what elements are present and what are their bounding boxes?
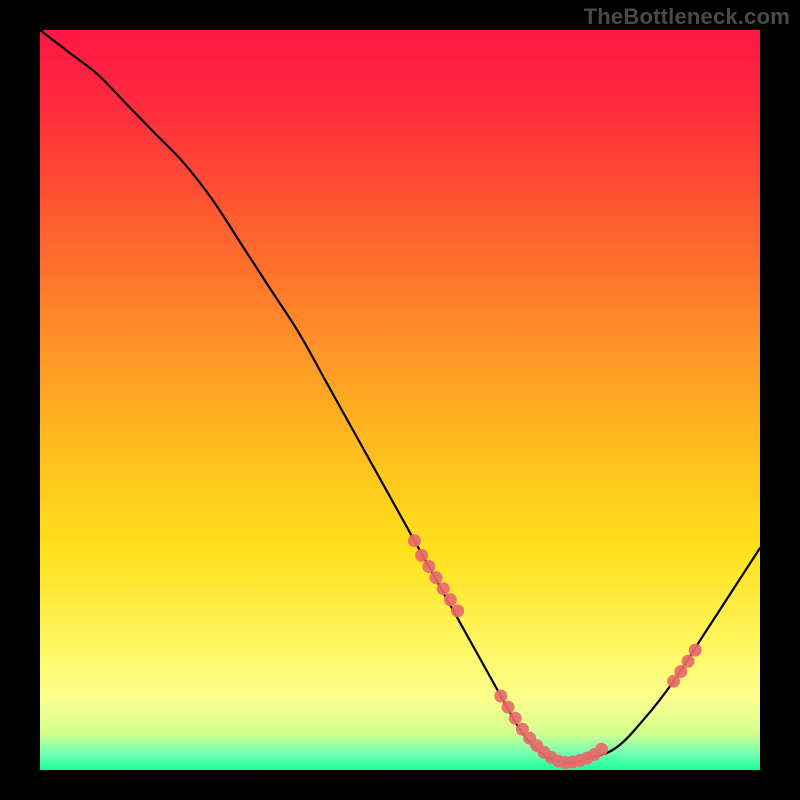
sample-point (595, 743, 608, 756)
sample-point (689, 644, 702, 657)
sample-point (444, 593, 457, 606)
sample-point (437, 582, 450, 595)
sample-point (408, 534, 421, 547)
watermark-text: TheBottleneck.com (584, 4, 790, 30)
sample-point (494, 690, 507, 703)
sample-point (451, 604, 464, 617)
sample-point (502, 701, 515, 714)
sample-point (415, 549, 428, 562)
sample-point (682, 655, 695, 668)
sample-point (422, 560, 435, 573)
sample-point (509, 712, 522, 725)
sample-point (430, 571, 443, 584)
bottleneck-chart (0, 0, 800, 800)
chart-stage: TheBottleneck.com (0, 0, 800, 800)
plot-background (40, 30, 760, 770)
